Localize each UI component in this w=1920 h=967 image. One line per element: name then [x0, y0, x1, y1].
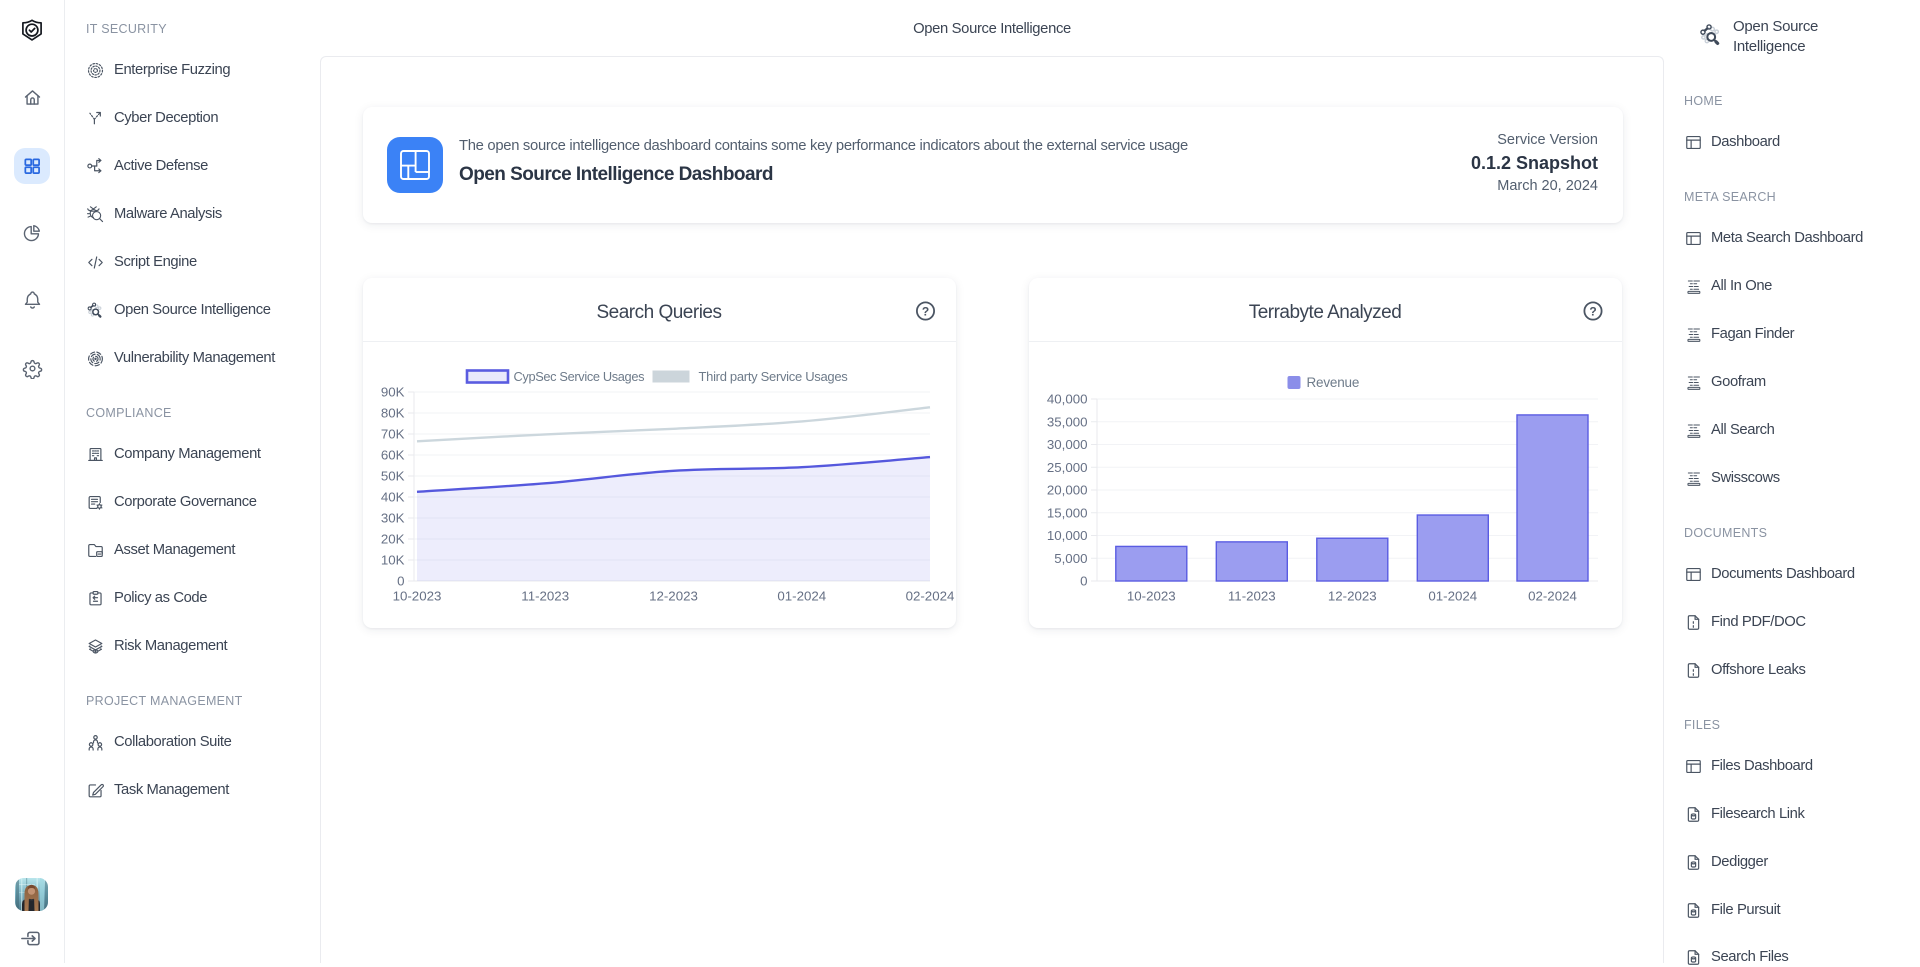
- svg-text:?: ?: [922, 305, 929, 319]
- svg-text:80K: 80K: [381, 406, 405, 421]
- svg-text:Search Queries: Search Queries: [596, 302, 721, 323]
- svg-text:Terrabyte Analyzed: Terrabyte Analyzed: [1249, 302, 1402, 323]
- svg-text:70K: 70K: [381, 427, 405, 442]
- svg-text:35,000: 35,000: [1047, 414, 1088, 429]
- svg-text:01-2024: 01-2024: [1428, 589, 1477, 604]
- svg-text:15,000: 15,000: [1047, 505, 1088, 520]
- svg-text:12-2023: 12-2023: [1328, 589, 1377, 604]
- svg-text:5,000: 5,000: [1054, 551, 1087, 566]
- svg-text:11-2023: 11-2023: [1228, 589, 1276, 604]
- svg-text:0: 0: [397, 574, 404, 589]
- svg-text:20,000: 20,000: [1047, 483, 1088, 498]
- svg-text:25,000: 25,000: [1047, 460, 1088, 475]
- svg-text:11-2023: 11-2023: [521, 589, 569, 604]
- svg-text:10K: 10K: [381, 553, 405, 568]
- svg-text:30K: 30K: [381, 511, 405, 526]
- svg-text:02-2024: 02-2024: [1528, 589, 1577, 604]
- svg-text:10,000: 10,000: [1047, 528, 1088, 543]
- svg-text:20K: 20K: [381, 532, 405, 547]
- svg-text:50K: 50K: [381, 469, 405, 484]
- svg-text:Third party Service Usages: Third party Service Usages: [699, 369, 849, 384]
- svg-text:02-2024: 02-2024: [906, 589, 955, 604]
- svg-text:40,000: 40,000: [1047, 392, 1088, 407]
- svg-text:?: ?: [1589, 305, 1596, 319]
- svg-text:10-2023: 10-2023: [1127, 589, 1176, 604]
- svg-text:Revenue: Revenue: [1307, 375, 1360, 390]
- svg-text:CypSec Service Usages: CypSec Service Usages: [514, 369, 645, 384]
- svg-text:60K: 60K: [381, 448, 405, 463]
- svg-text:90K: 90K: [381, 385, 405, 400]
- svg-text:0: 0: [1080, 574, 1087, 589]
- svg-text:10-2023: 10-2023: [393, 589, 442, 604]
- svg-text:40K: 40K: [381, 490, 405, 505]
- svg-text:12-2023: 12-2023: [649, 589, 698, 604]
- svg-text:30,000: 30,000: [1047, 437, 1088, 452]
- svg-text:01-2024: 01-2024: [777, 589, 826, 604]
